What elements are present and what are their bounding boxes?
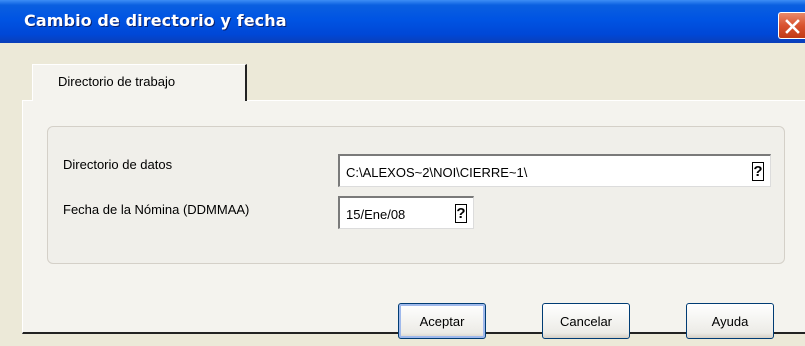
close-button[interactable] <box>778 12 805 39</box>
form-group-box: Directorio de datos ? Fecha de la Nómina… <box>47 126 785 264</box>
date-help-button[interactable]: ? <box>455 204 467 223</box>
close-icon <box>785 19 800 34</box>
date-field-box: ? <box>338 196 474 229</box>
directory-field-box: ? <box>338 154 771 187</box>
cancel-button[interactable]: Cancelar <box>542 303 630 339</box>
date-input[interactable] <box>346 205 445 223</box>
title-bar[interactable]: Cambio de directorio y fecha <box>0 0 805 43</box>
tab-panel: Directorio de datos ? Fecha de la Nómina… <box>22 100 805 334</box>
dialog-body: Directorio de trabajo Directorio de dato… <box>0 43 805 346</box>
directory-label: Directorio de datos <box>63 157 173 172</box>
tab-label: Directorio de trabajo <box>58 74 176 89</box>
accept-button[interactable]: Aceptar <box>398 303 486 339</box>
directory-input[interactable] <box>346 163 742 181</box>
directory-help-button[interactable]: ? <box>752 162 764 181</box>
date-label: Fecha de la Nómina (DDMMAA) <box>63 202 250 217</box>
window-title: Cambio de directorio y fecha <box>24 11 287 30</box>
help-button[interactable]: Ayuda <box>686 303 774 339</box>
tab-directorio-de-trabajo[interactable]: Directorio de trabajo <box>32 64 247 101</box>
